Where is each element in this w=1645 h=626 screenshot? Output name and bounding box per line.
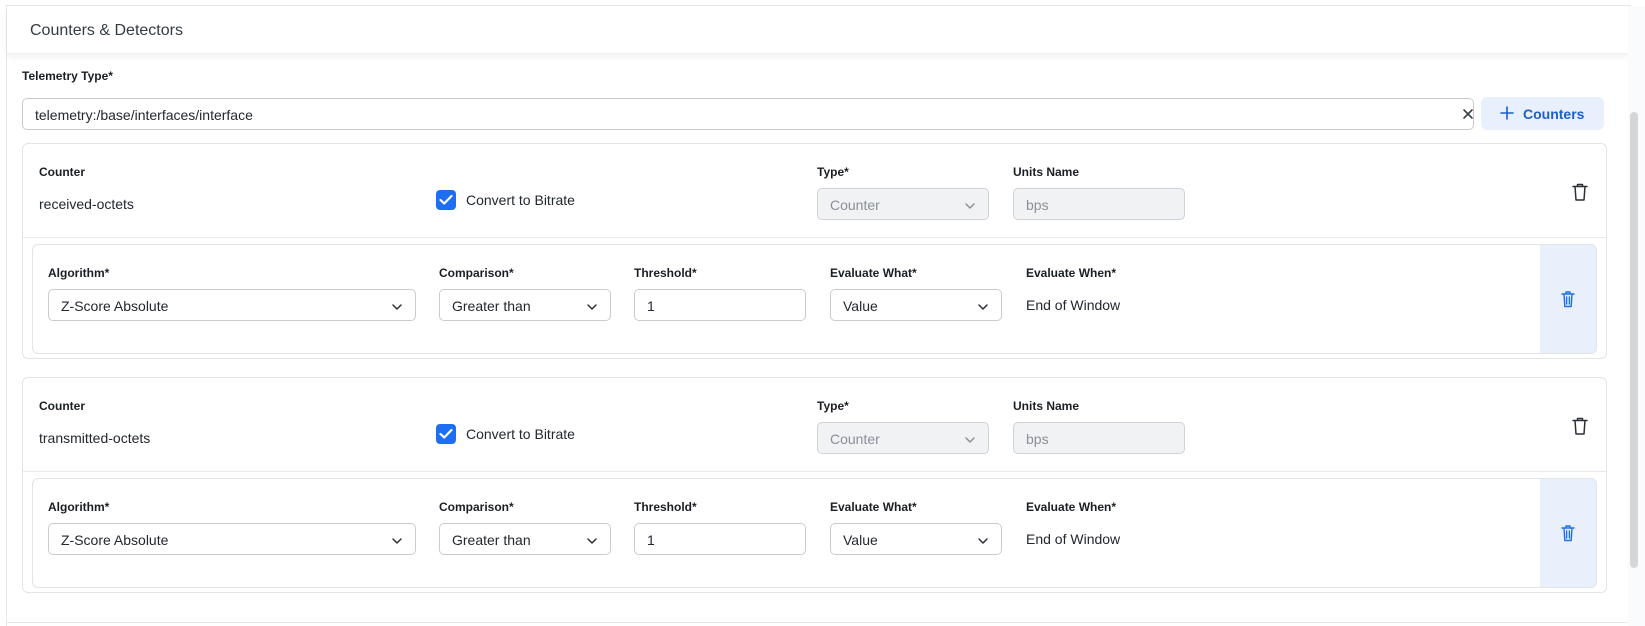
bottom-divider <box>6 622 1631 623</box>
units-name-value: bps <box>1026 431 1049 447</box>
telemetry-type-input[interactable]: telemetry:/base/interfaces/interface <box>22 98 1474 130</box>
threshold-label: Threshold* <box>634 500 697 514</box>
detector-row: Algorithm* Z-Score Absolute Comparison* … <box>32 478 1597 588</box>
counter-name: transmitted-octets <box>39 430 151 446</box>
chevron-down-icon <box>586 300 598 312</box>
units-name-input[interactable]: bps <box>1013 188 1185 220</box>
evaluate-what-value: Value <box>843 532 878 548</box>
threshold-value: 1 <box>647 298 655 314</box>
type-select[interactable]: Counter <box>817 422 989 454</box>
add-counters-label: Counters <box>1523 106 1585 122</box>
convert-to-bitrate-label: Convert to Bitrate <box>466 426 575 442</box>
units-name-input[interactable]: bps <box>1013 422 1185 454</box>
counters-detectors-panel: Counters & Detectors Telemetry Type* tel… <box>0 0 1645 626</box>
algorithm-label: Algorithm* <box>48 500 110 514</box>
units-name-value: bps <box>1026 197 1049 213</box>
convert-to-bitrate-label: Convert to Bitrate <box>466 192 575 208</box>
delete-counter-trash-icon[interactable] <box>1571 416 1589 436</box>
section-title: Counters & Detectors <box>30 22 183 39</box>
algorithm-label: Algorithm* <box>48 266 110 280</box>
detector-row: Algorithm* Z-Score Absolute Comparison* … <box>32 244 1597 354</box>
algorithm-select[interactable]: Z-Score Absolute <box>48 523 416 555</box>
counter-card: Counter received-octets Convert to Bitra… <box>22 143 1607 359</box>
chevron-down-icon <box>586 534 598 546</box>
type-select[interactable]: Counter <box>817 188 989 220</box>
type-value: Counter <box>830 197 880 213</box>
delete-detector-trash-icon[interactable] <box>1559 289 1577 309</box>
counter-header: Counter transmitted-octets Convert to Bi… <box>23 378 1606 472</box>
algorithm-value: Z-Score Absolute <box>61 532 169 548</box>
evaluate-when-label: Evaluate When* <box>1026 266 1117 280</box>
algorithm-select[interactable]: Z-Score Absolute <box>48 289 416 321</box>
section-header: Counters & Detectors <box>7 6 1629 54</box>
evaluate-what-select[interactable]: Value <box>830 523 1002 555</box>
left-divider <box>6 5 7 626</box>
chevron-down-icon <box>391 534 403 546</box>
counter-label: Counter <box>39 165 85 179</box>
add-counters-button[interactable]: Counters <box>1481 97 1604 130</box>
chevron-down-icon <box>391 300 403 312</box>
convert-to-bitrate-checkbox[interactable] <box>436 424 456 444</box>
counter-label: Counter <box>39 399 85 413</box>
chevron-down-icon <box>977 300 989 312</box>
scrollbar-thumb[interactable] <box>1630 112 1638 568</box>
counter-card: Counter transmitted-octets Convert to Bi… <box>22 377 1607 593</box>
evaluate-what-label: Evaluate What* <box>830 500 917 514</box>
type-label: Type* <box>817 165 849 179</box>
evaluate-what-select[interactable]: Value <box>830 289 1002 321</box>
units-name-label: Units Name <box>1013 165 1080 179</box>
counter-header: Counter received-octets Convert to Bitra… <box>23 144 1606 238</box>
evaluate-when-value: End of Window <box>1026 531 1121 547</box>
chevron-down-icon <box>964 199 976 211</box>
counter-name: received-octets <box>39 196 134 212</box>
delete-detector-zone <box>1540 479 1596 587</box>
delete-detector-trash-icon[interactable] <box>1559 523 1577 543</box>
comparison-value: Greater than <box>452 298 531 314</box>
convert-to-bitrate-checkbox[interactable] <box>436 190 456 210</box>
comparison-label: Comparison* <box>439 500 514 514</box>
comparison-select[interactable]: Greater than <box>439 289 611 321</box>
type-label: Type* <box>817 399 849 413</box>
threshold-input[interactable]: 1 <box>634 523 806 555</box>
evaluate-when-value: End of Window <box>1026 297 1121 313</box>
close-icon[interactable] <box>1460 106 1476 122</box>
telemetry-type-label: Telemetry Type* <box>22 69 113 83</box>
threshold-value: 1 <box>647 532 655 548</box>
evaluate-when-label: Evaluate When* <box>1026 500 1117 514</box>
threshold-label: Threshold* <box>634 266 697 280</box>
algorithm-value: Z-Score Absolute <box>61 298 169 314</box>
units-name-label: Units Name <box>1013 399 1080 413</box>
comparison-select[interactable]: Greater than <box>439 523 611 555</box>
type-value: Counter <box>830 431 880 447</box>
threshold-input[interactable]: 1 <box>634 289 806 321</box>
telemetry-type-value: telemetry:/base/interfaces/interface <box>35 107 253 123</box>
comparison-value: Greater than <box>452 532 531 548</box>
comparison-label: Comparison* <box>439 266 514 280</box>
delete-counter-trash-icon[interactable] <box>1571 182 1589 202</box>
plus-icon <box>1499 105 1515 121</box>
chevron-down-icon <box>977 534 989 546</box>
chevron-down-icon <box>964 433 976 445</box>
evaluate-what-label: Evaluate What* <box>830 266 917 280</box>
evaluate-what-value: Value <box>843 298 878 314</box>
delete-detector-zone <box>1540 245 1596 353</box>
